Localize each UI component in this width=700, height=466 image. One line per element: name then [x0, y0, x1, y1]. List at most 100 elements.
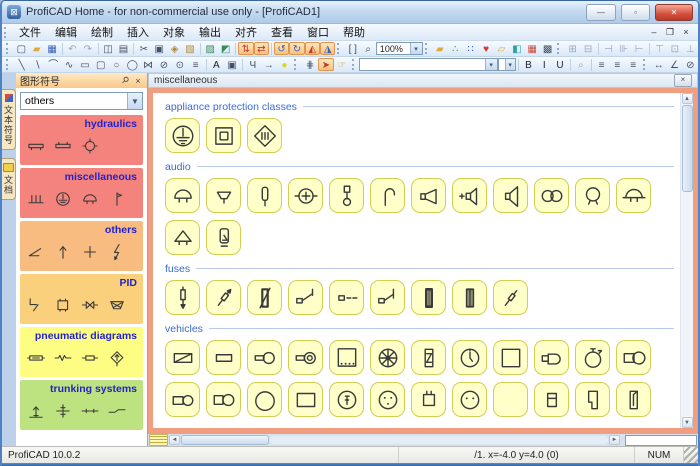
fuse-tile[interactable] [165, 280, 200, 315]
layers-button[interactable]: ◧ [509, 42, 524, 55]
align-left-button[interactable]: ⊣ [601, 42, 616, 55]
duct-jog-symbol[interactable] [107, 401, 127, 426]
pid-drain-symbol[interactable] [26, 295, 46, 320]
pages-icon[interactable] [149, 434, 168, 446]
ungroup-button[interactable]: ⊟ [580, 42, 595, 55]
scroll-up-icon[interactable]: ▲ [682, 93, 693, 104]
para-align-center-button[interactable]: ≡ [609, 58, 625, 71]
vehicle-symbol-17-tile[interactable] [329, 382, 364, 417]
vehicle-symbol-23-tile[interactable] [575, 382, 610, 417]
microphone-tile[interactable] [247, 178, 282, 213]
lightning-symbol[interactable] [107, 242, 127, 267]
vehicle-symbol-16-tile[interactable] [288, 382, 323, 417]
rect-diagonal-tile[interactable] [165, 340, 200, 375]
category-trunking-systems[interactable]: trunking systems [20, 380, 143, 430]
maximize-button[interactable]: ▫ [621, 4, 650, 21]
netlist-button[interactable]: ∴ [448, 42, 463, 55]
menu-item-4[interactable]: 插入 [120, 24, 156, 40]
zoom-tool-button[interactable]: ⌕ [361, 42, 376, 55]
duct-line-symbol[interactable] [80, 401, 100, 426]
handset-tile[interactable] [329, 178, 364, 213]
align-center-button[interactable]: ⊪ [616, 42, 631, 55]
print-preview-button[interactable]: ◫ [100, 42, 115, 55]
circle-slash-button[interactable]: ⊘ [156, 58, 172, 71]
pn-cylinder-symbol[interactable] [80, 348, 100, 373]
dome-symbol[interactable] [80, 189, 100, 214]
italic-button[interactable]: I [536, 58, 552, 71]
arrow-up-symbol[interactable] [53, 242, 73, 267]
category-dropdown[interactable]: others ▼ [20, 92, 143, 110]
vehicle-symbol-19-tile[interactable] [411, 382, 446, 417]
export-image-button[interactable]: ◩ [218, 42, 233, 55]
zoom-text-button[interactable]: ⌕ [573, 58, 589, 71]
align-middle-button[interactable]: ⊡ [667, 42, 682, 55]
cross-duct-symbol[interactable] [53, 401, 73, 426]
menu-item-7[interactable]: 对齐 [228, 24, 264, 40]
chevron-down-icon[interactable]: ▾ [505, 59, 515, 70]
fan-wheel-tile[interactable] [370, 340, 405, 375]
rect-plain-tile[interactable] [206, 340, 241, 375]
mdi-close-icon[interactable]: × [680, 27, 692, 38]
align-right-button[interactable]: ⊢ [631, 42, 646, 55]
category-hydraulics[interactable]: hydraulics [20, 115, 143, 165]
mirror-vertical-button[interactable]: ◮ [320, 42, 335, 55]
protection-class-iii-tile[interactable] [247, 118, 282, 153]
fuse-dash-tile[interactable] [329, 280, 364, 315]
plus-symbol[interactable] [80, 242, 100, 267]
pn-diamond-symbol[interactable] [107, 348, 127, 373]
mdi-restore-icon[interactable]: ❐ [664, 27, 676, 38]
vehicle-symbol-22-tile[interactable] [534, 382, 569, 417]
flag-symbol[interactable] [107, 189, 127, 214]
page-setup-button[interactable]: ▩ [540, 42, 555, 55]
scroll-right-icon[interactable]: ► [609, 435, 620, 445]
earth-electrode-symbol[interactable] [53, 189, 73, 214]
paste-button[interactable]: ▧ [182, 42, 197, 55]
redo-button[interactable]: ↷ [80, 42, 95, 55]
round-microphone-tile[interactable] [575, 178, 610, 213]
fuse-double-tile[interactable] [452, 280, 487, 315]
pn-valve-symbol[interactable] [26, 348, 46, 373]
text-button[interactable]: A [208, 58, 224, 71]
vertical-scrollbar[interactable]: ▲ ▼ [680, 93, 693, 428]
symbols-library-button[interactable]: ▰ [432, 42, 447, 55]
mdi-minimize-icon[interactable]: – [648, 27, 660, 38]
zoom-level-combo[interactable]: 100%▾ [376, 42, 423, 55]
mdi-close-button[interactable]: × [674, 74, 692, 87]
connection-point-button[interactable]: Ч [245, 58, 261, 71]
panel-plain-tile[interactable] [493, 340, 528, 375]
save-file-button[interactable]: ▦ [44, 42, 59, 55]
resize-grip[interactable] [683, 447, 698, 463]
select-area-button[interactable]: [ ] [345, 42, 360, 55]
headlight-tile[interactable] [247, 340, 282, 375]
pole-symbol[interactable] [26, 401, 46, 426]
search-box[interactable] [625, 435, 697, 446]
para-align-left-button[interactable]: ≡ [594, 58, 610, 71]
menu-item-9[interactable]: 窗口 [300, 24, 336, 40]
horizontal-scroll-track[interactable] [270, 436, 608, 444]
menu-item-2[interactable]: 编辑 [48, 24, 84, 40]
hydraulic-pump-symbol[interactable] [26, 136, 46, 161]
mirror-horizontal-button[interactable]: ◭ [305, 42, 320, 55]
horn-tile[interactable] [206, 178, 241, 213]
angle-symbol[interactable] [26, 242, 46, 267]
arrow-button[interactable]: → [261, 58, 277, 71]
menu-item-3[interactable]: 绘制 [84, 24, 120, 40]
align-bottom-button[interactable]: ⊥ [683, 42, 698, 55]
fence-symbol[interactable] [26, 189, 46, 214]
text-frame-button[interactable]: ▣ [224, 58, 240, 71]
circle-dot-button[interactable]: ⊙ [172, 58, 188, 71]
select-cursor-button[interactable]: ➤ [318, 58, 334, 71]
para-align-right-button[interactable]: ≡ [625, 58, 641, 71]
align-top-button[interactable]: ⊤ [652, 42, 667, 55]
vertical-scroll-thumb[interactable] [682, 105, 693, 192]
menu-item-1[interactable]: 文件 [12, 24, 48, 40]
wires-button[interactable]: ⋕ [302, 58, 318, 71]
fuse-strike-tile[interactable] [247, 280, 282, 315]
rotate-left-button[interactable]: ↺ [274, 42, 289, 55]
pid-valve-symbol[interactable] [80, 295, 100, 320]
fuse-pull-tile[interactable] [206, 280, 241, 315]
pan-hand-button[interactable]: ☞ [334, 58, 350, 71]
clock-tile[interactable] [452, 340, 487, 375]
list-of-wires-button[interactable]: ∷ [463, 42, 478, 55]
category-pneumatic-diagrams[interactable]: pneumatic diagrams [20, 327, 143, 377]
